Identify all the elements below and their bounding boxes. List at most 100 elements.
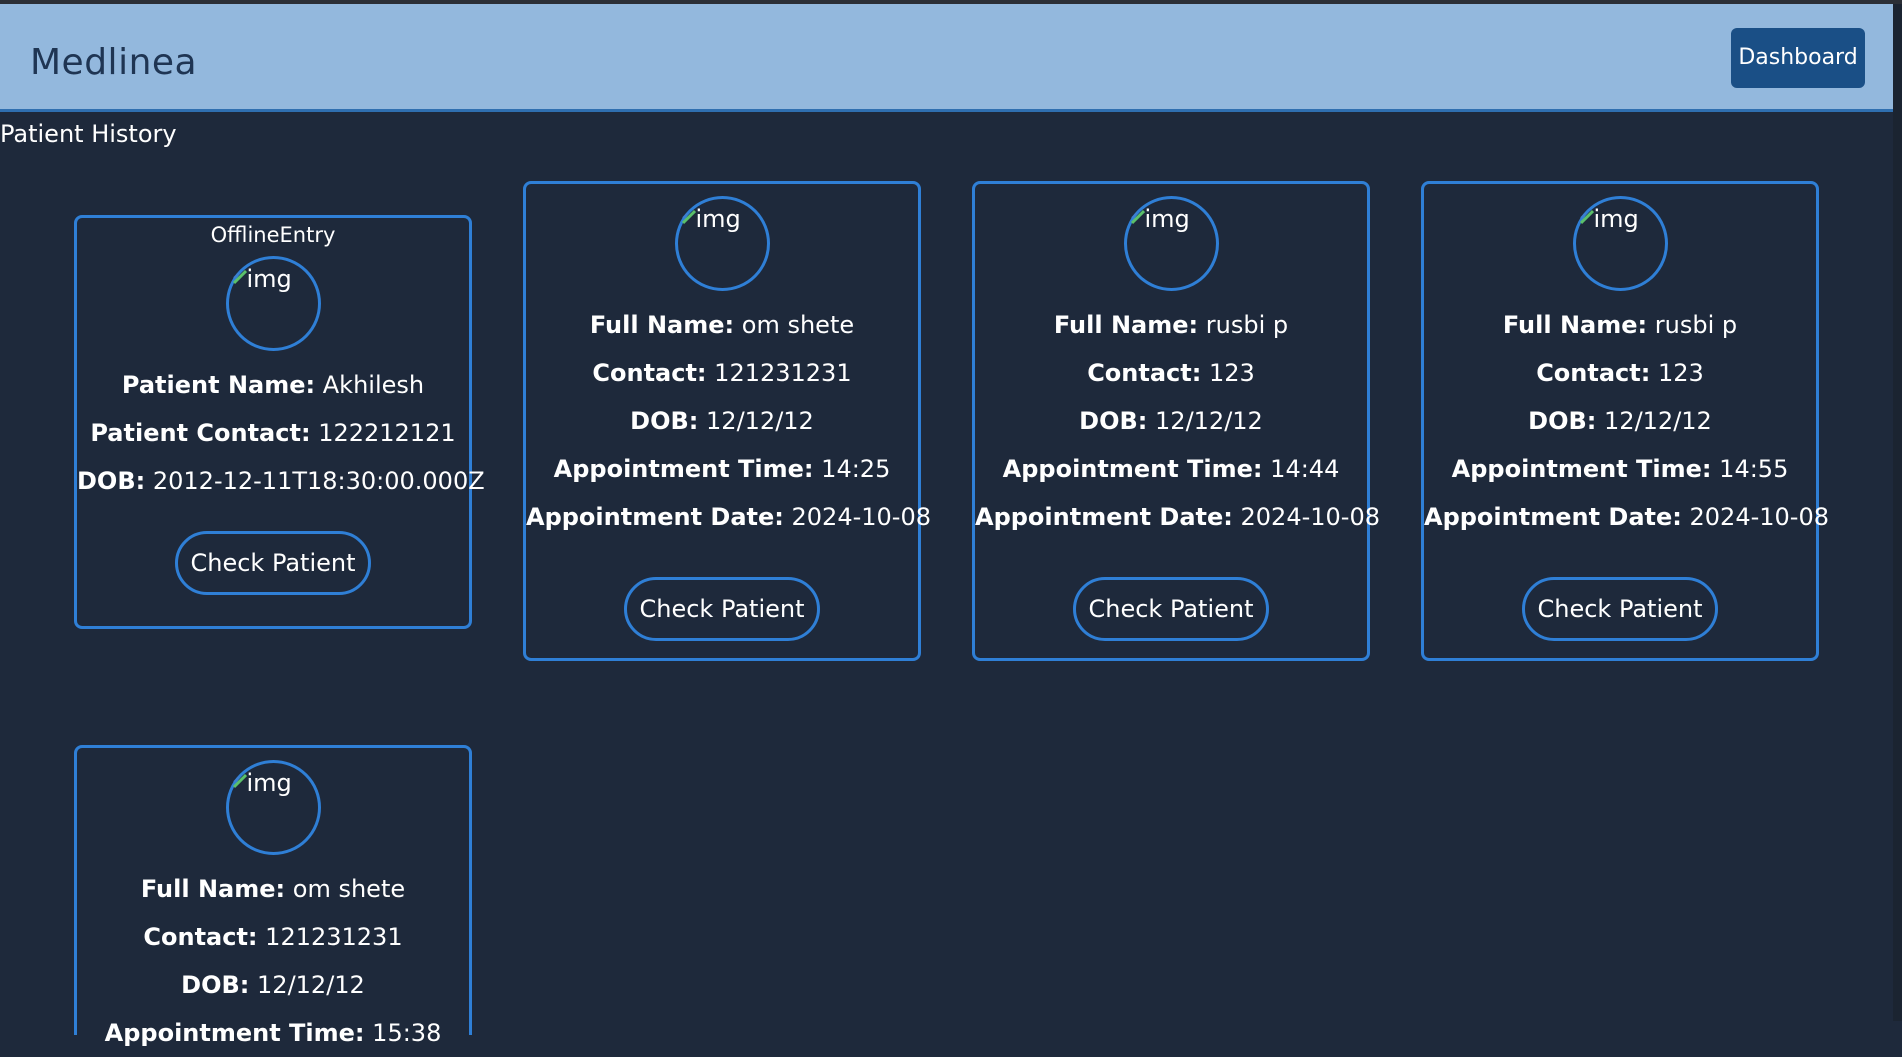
patient-avatar: img xyxy=(1572,196,1668,291)
field-value: 123 xyxy=(1208,359,1255,387)
broken-image-icon xyxy=(1130,209,1145,225)
field-label: Appointment Time: xyxy=(553,455,814,483)
field-value: 123 xyxy=(1657,359,1704,387)
broken-image-icon xyxy=(232,773,247,789)
brand-logo-text[interactable]: Medlinea xyxy=(30,42,197,83)
avatar-alt-text: img xyxy=(1144,205,1190,233)
field-label: Appointment Time: xyxy=(1002,455,1263,483)
broken-image-icon xyxy=(1579,209,1594,225)
field-row: Appointment Date: 2024-10-08 xyxy=(975,493,1380,541)
field-row: Appointment Time: 15:38 xyxy=(77,1009,469,1057)
field-row: Full Name: rusbi p xyxy=(1424,301,1816,349)
field-label: Full Name: xyxy=(1053,311,1199,339)
field-label: Appointment Time: xyxy=(104,1019,365,1047)
field-row: Appointment Time: 14:25 xyxy=(526,445,918,493)
avatar-alt: img xyxy=(232,769,292,797)
patient-card: img Full Name: om shete Contact: 1212312… xyxy=(523,181,931,661)
field-label: Contact: xyxy=(1087,359,1202,387)
field-label: DOB: xyxy=(630,407,699,435)
field-label: Appointment Date: xyxy=(1424,503,1682,531)
field-value: 121231231 xyxy=(265,923,403,951)
field-value: 12/12/12 xyxy=(1155,407,1263,435)
field-value: 2024-10-08 xyxy=(1689,503,1829,531)
field-value: rusbi p xyxy=(1205,311,1289,339)
avatar-alt-text: img xyxy=(1593,205,1639,233)
field-label: Contact: xyxy=(1536,359,1651,387)
field-label: Appointment Date: xyxy=(526,503,784,531)
field-label: Contact: xyxy=(143,923,258,951)
field-value: rusbi p xyxy=(1654,311,1738,339)
field-label: Patient Name: xyxy=(121,371,316,399)
field-value: 2024-10-08 xyxy=(791,503,931,531)
field-row: Patient Contact: 122212121 xyxy=(77,409,469,457)
field-value: 122212121 xyxy=(318,419,456,447)
field-value: 12/12/12 xyxy=(706,407,814,435)
field-value: 15:38 xyxy=(372,1019,442,1047)
patient-card-offline: OfflineEntry img Patient Name: Akhilesh … xyxy=(74,215,485,629)
check-patient-button[interactable]: Check Patient xyxy=(1522,577,1718,641)
field-row: Appointment Time: 14:55 xyxy=(1424,445,1816,493)
avatar-alt: img xyxy=(232,265,292,293)
field-row: Full Name: om shete xyxy=(77,865,469,913)
field-row: Appointment Time: 14:44 xyxy=(975,445,1367,493)
field-label: Appointment Date: xyxy=(975,503,1233,531)
dashboard-button[interactable]: Dashboard xyxy=(1731,28,1865,88)
field-row: DOB: 2012-12-11T18:30:00.000Z xyxy=(77,457,485,505)
field-row: Contact: 121231231 xyxy=(526,349,918,397)
vertical-scrollbar[interactable] xyxy=(1893,4,1902,1021)
field-row: DOB: 12/12/12 xyxy=(77,961,469,1009)
field-label: Full Name: xyxy=(589,311,735,339)
field-value: Akhilesh xyxy=(322,371,425,399)
page-title: Patient History xyxy=(0,120,177,148)
field-row: Contact: 123 xyxy=(1424,349,1816,397)
patient-avatar: img xyxy=(225,256,321,351)
field-label: DOB: xyxy=(1079,407,1148,435)
avatar-alt: img xyxy=(1579,205,1639,233)
field-label: Full Name: xyxy=(140,875,286,903)
field-row: DOB: 12/12/12 xyxy=(526,397,918,445)
patient-card: img Full Name: rusbi p Contact: 123 DOB:… xyxy=(1421,181,1829,661)
field-row: Full Name: rusbi p xyxy=(975,301,1367,349)
field-label: Appointment Time: xyxy=(1451,455,1712,483)
avatar-alt-text: img xyxy=(695,205,741,233)
avatar-alt-text: img xyxy=(246,265,292,293)
field-row: Contact: 121231231 xyxy=(77,913,469,961)
patient-card: img Full Name: rusbi p Contact: 123 DOB:… xyxy=(972,181,1380,661)
avatar-alt: img xyxy=(1130,205,1190,233)
field-row: Patient Name: Akhilesh xyxy=(77,361,469,409)
patient-avatar: img xyxy=(225,760,321,855)
card-tag: OfflineEntry xyxy=(210,223,336,247)
field-label: Contact: xyxy=(592,359,707,387)
avatar-alt: img xyxy=(681,205,741,233)
field-row: DOB: 12/12/12 xyxy=(1424,397,1816,445)
field-value: 14:25 xyxy=(821,455,891,483)
field-label: Full Name: xyxy=(1502,311,1648,339)
field-row: Contact: 123 xyxy=(975,349,1367,397)
field-value: 121231231 xyxy=(714,359,852,387)
field-value: 2024-10-08 xyxy=(1240,503,1380,531)
field-label: DOB: xyxy=(181,971,250,999)
patient-avatar: img xyxy=(1123,196,1219,291)
avatar-alt-text: img xyxy=(246,769,292,797)
broken-image-icon xyxy=(232,269,247,285)
check-patient-button[interactable]: Check Patient xyxy=(175,531,371,595)
field-label: DOB: xyxy=(1528,407,1597,435)
field-value: 14:55 xyxy=(1719,455,1789,483)
field-label: DOB: xyxy=(77,467,146,495)
field-row: Appointment Date: 2024-10-08 xyxy=(1424,493,1829,541)
top-navbar: Medlinea Dashboard xyxy=(0,4,1893,112)
broken-image-icon xyxy=(681,209,696,225)
check-patient-button[interactable]: Check Patient xyxy=(624,577,820,641)
field-value: 12/12/12 xyxy=(1604,407,1712,435)
check-patient-button[interactable]: Check Patient xyxy=(1073,577,1269,641)
field-label: Patient Contact: xyxy=(90,419,311,447)
field-value: om shete xyxy=(292,875,406,903)
field-row: Full Name: om shete xyxy=(526,301,918,349)
patient-card: img Full Name: om shete Contact: 1212312… xyxy=(74,745,472,1047)
field-value: 2012-12-11T18:30:00.000Z xyxy=(152,467,485,495)
patient-avatar: img xyxy=(674,196,770,291)
field-row: DOB: 12/12/12 xyxy=(975,397,1367,445)
field-value: om shete xyxy=(741,311,855,339)
field-row: Appointment Date: 2024-10-08 xyxy=(526,493,931,541)
field-value: 12/12/12 xyxy=(257,971,365,999)
